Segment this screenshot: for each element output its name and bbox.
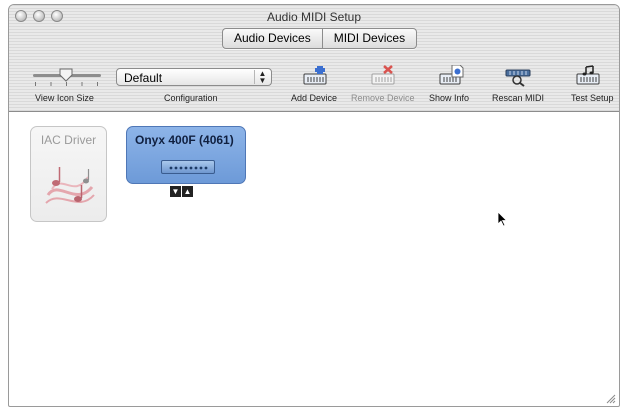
rescan-midi-icon[interactable] [505,65,531,87]
device-onyx-400f[interactable]: Onyx 400F (4061) [126,126,246,184]
music-notes-icon [45,167,95,204]
port-down-arrow-icon[interactable]: ▼ [170,186,181,197]
device-iac-driver[interactable]: IAC Driver [30,126,107,222]
configuration-label: Configuration [164,93,218,103]
configuration-popup[interactable]: Default ▲ ▼ [116,68,272,86]
audio-interface-icon [161,160,215,174]
add-device-icon[interactable] [302,65,328,87]
remove-device-label: Remove Device [351,93,415,103]
view-icon-size-label: View Icon Size [35,93,94,103]
port-arrows[interactable]: ▼ ▲ [170,186,193,197]
popup-arrows-icon: ▲ ▼ [254,70,270,85]
rescan-midi-label: Rescan MIDI [492,93,545,103]
add-device-label: Add Device [291,93,338,103]
show-info-label: Show Info [429,93,470,103]
tab-segmented-control: Audio Devices MIDI Devices [222,28,418,49]
mouse-pointer-icon [497,211,508,227]
midi-devices-canvas[interactable]: IAC Driver Onyx 400F (4061) ▼ ▲ [10,112,618,406]
tab-audio-devices[interactable]: Audio Devices [223,29,322,48]
resize-grip-icon[interactable] [604,392,616,404]
device-name: IAC Driver [40,133,97,147]
device-name: Onyx 400F (4061) [135,133,234,147]
toolbar-area: Audio MIDI Setup Audio Devices MIDI Devi… [9,5,619,112]
test-setup-icon[interactable] [575,65,601,87]
icon-size-slider-ticks [35,82,99,86]
remove-device-icon [371,65,395,85]
test-setup-label: Test Setup [571,93,614,103]
tab-midi-devices[interactable]: MIDI Devices [321,29,416,48]
configuration-value: Default [124,71,163,85]
port-up-arrow-icon[interactable]: ▲ [182,186,193,197]
show-info-icon[interactable] [438,65,464,87]
icon-size-slider-knob[interactable] [59,68,73,82]
audio-midi-setup-window: Audio MIDI Setup Audio Devices MIDI Devi… [8,4,620,407]
window-title: Audio MIDI Setup [266,10,362,24]
